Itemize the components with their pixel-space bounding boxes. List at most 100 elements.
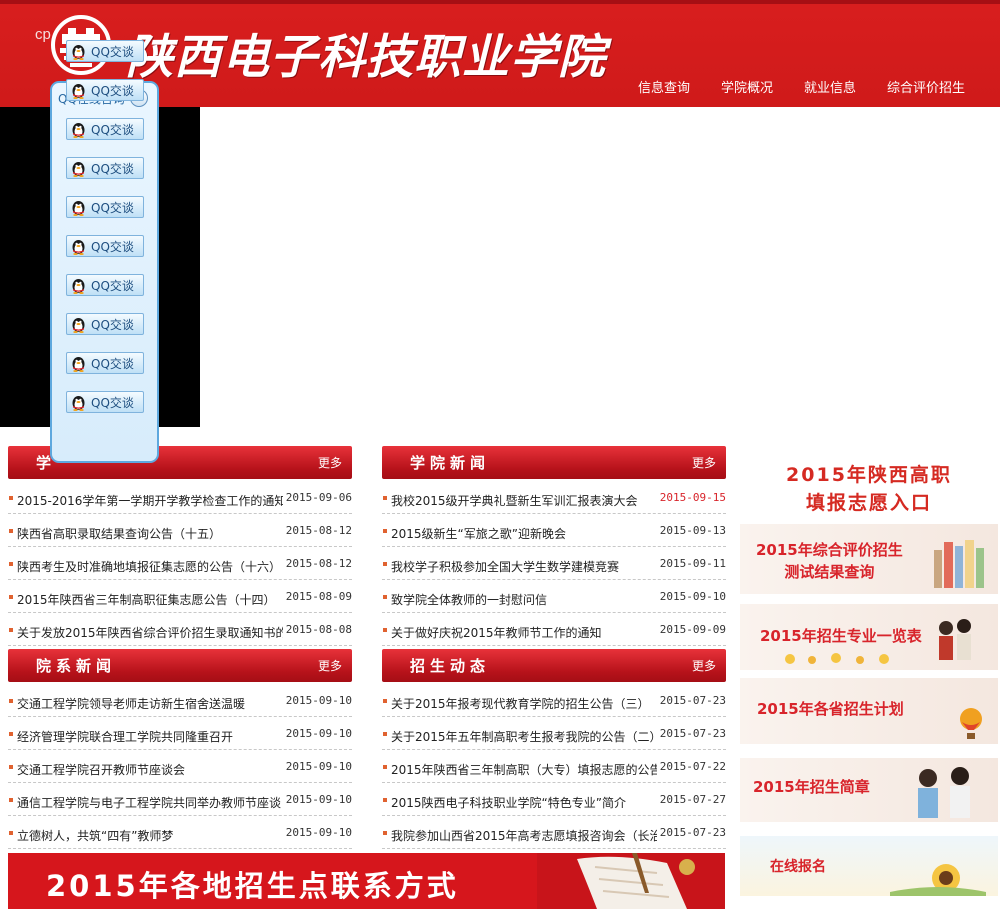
news-item[interactable]: 交通工程学院领导老师走访新生宿舍送温暖 2015-09-10 <box>8 684 352 717</box>
more-link[interactable]: 更多 <box>318 454 342 471</box>
bullet-icon <box>383 732 387 736</box>
news-title[interactable]: 2015年陕西省三年制高职征集志愿公告（十四） <box>17 591 283 608</box>
admission-news-panel: 招生动态 更多 关于2015年报考现代教育学院的招生公告（三） 2015-07-2… <box>382 649 726 849</box>
news-item[interactable]: 关于2015年五年制高职考生报考我院的公告（二） 2015-07-23 <box>382 717 726 750</box>
news-item[interactable]: 我校2015级开学典礼暨新生军训汇报表演大会 2015-09-15 <box>382 481 726 514</box>
college-news-panel: 学院新闻 更多 我校2015级开学典礼暨新生军训汇报表演大会 2015-09-15… <box>382 446 726 646</box>
nav-info-query[interactable]: 信息查询 <box>625 78 708 102</box>
news-date: 2015-09-10 <box>285 760 352 773</box>
news-item[interactable]: 通信工程学院与电子工程学院共同举办教师节座谈 2015-09-10 <box>8 783 352 816</box>
nav-about[interactable]: 学院概况 <box>708 78 791 102</box>
news-title[interactable]: 交通工程学院领导老师走访新生宿舍送温暖 <box>17 695 283 712</box>
news-title[interactable]: 陕西省高职录取结果查询公告（十五） <box>17 525 283 542</box>
more-link[interactable]: 更多 <box>692 657 716 674</box>
news-title[interactable]: 我校学子积极参加全国大学生数学建模竞赛 <box>391 558 657 575</box>
qq-chat-label: QQ交谈 <box>91 278 134 293</box>
news-item[interactable]: 立德树人，共筑“四有”教师梦 2015-09-10 <box>8 816 352 849</box>
qq-chat-button[interactable]: QQ交谈 <box>66 40 144 62</box>
news-date: 2015-08-09 <box>285 590 352 603</box>
more-link[interactable]: 更多 <box>318 657 342 674</box>
news-date: 2015-07-23 <box>659 727 726 740</box>
news-title[interactable]: 我院参加山西省2015年高考志愿填报咨询会（长治 <box>391 827 657 844</box>
qq-chat-button[interactable]: QQ交谈 <box>66 79 144 101</box>
nav-comprehensive-admission[interactable]: 综合评价招生 <box>874 78 1000 102</box>
news-item[interactable]: 我院参加山西省2015年高考志愿填报咨询会（长治 2015-07-23 <box>382 816 726 849</box>
news-date: 2015-08-12 <box>285 524 352 537</box>
bullet-icon <box>383 496 387 500</box>
bullet-icon <box>9 831 13 835</box>
promo-text: 2015年各省招生计划 <box>757 700 904 718</box>
news-title[interactable]: 陕西考生及时准确地填报征集志愿的公告（十六） <box>17 558 283 575</box>
qq-chat-button[interactable]: QQ交谈 <box>66 157 144 179</box>
news-date: 2015-09-10 <box>659 590 726 603</box>
panel-header: 招生动态 更多 <box>382 649 726 682</box>
promo-text: 在线报名 <box>770 859 826 875</box>
news-title[interactable]: 关于发放2015年陕西省综合评价招生录取通知书的 <box>17 624 283 641</box>
news-item[interactable]: 关于做好庆祝2015年教师节工作的通知 2015-09-09 <box>382 613 726 646</box>
notice-panel: 学 更多 2015-2016学年第一学期开学教学检查工作的通知 2015-09-0… <box>8 446 352 646</box>
news-title[interactable]: 关于2015年五年制高职考生报考我院的公告（二） <box>391 728 657 745</box>
bullet-icon <box>9 765 13 769</box>
qq-chat-button[interactable]: QQ交谈 <box>66 352 144 374</box>
news-item[interactable]: 陕西考生及时准确地填报征集志愿的公告（十六） 2015-08-12 <box>8 547 352 580</box>
qq-chat-button[interactable]: QQ交谈 <box>66 313 144 335</box>
test-result-query-banner[interactable]: 2015年综合评价招生 测试结果查询 <box>740 524 998 594</box>
qq-chat-button[interactable]: QQ交谈 <box>66 235 144 257</box>
bullet-icon <box>383 699 387 703</box>
panel-title: 学院新闻 <box>410 454 491 472</box>
news-item[interactable]: 2015陕西电子科技职业学院“特色专业”简介 2015-07-27 <box>382 783 726 816</box>
nav-employment[interactable]: 就业信息 <box>791 78 874 102</box>
qq-chat-label: QQ交谈 <box>91 356 134 371</box>
bullet-icon <box>9 595 13 599</box>
students-icon <box>939 619 971 660</box>
graduates-icon <box>918 767 970 818</box>
news-title[interactable]: 2015陕西电子科技职业学院“特色专业”简介 <box>391 794 657 811</box>
news-title[interactable]: 关于2015年报考现代教育学院的招生公告（三） <box>391 695 657 712</box>
news-item[interactable]: 交通工程学院召开教师节座谈会 2015-09-10 <box>8 750 352 783</box>
qq-chat-button[interactable]: QQ交谈 <box>66 118 144 140</box>
news-title[interactable]: 经济管理学院联合理工学院共同隆重召开 <box>17 728 283 745</box>
promo-text: 2015年招生专业一览表 <box>760 627 922 645</box>
bullet-icon <box>383 628 387 632</box>
news-title[interactable]: 2015级新生“军旅之歌”迎新晚会 <box>391 525 657 542</box>
books-icon <box>934 540 984 588</box>
brochure-banner[interactable]: 2015年招生简章 <box>740 758 998 822</box>
news-title[interactable]: 我校2015级开学典礼暨新生军训汇报表演大会 <box>391 492 657 509</box>
news-item[interactable]: 陕西省高职录取结果查询公告（十五） 2015-08-12 <box>8 514 352 547</box>
more-link[interactable]: 更多 <box>692 454 716 471</box>
provincial-plan-banner[interactable]: 2015年各省招生计划 <box>740 678 998 744</box>
flowers-icon <box>785 653 889 664</box>
news-item[interactable]: 致学院全体教师的一封慰问信 2015-09-10 <box>382 580 726 613</box>
news-item[interactable]: 关于2015年报考现代教育学院的招生公告（三） 2015-07-23 <box>382 684 726 717</box>
majors-list-banner[interactable]: 2015年招生专业一览表 <box>740 604 998 670</box>
news-title[interactable]: 致学院全体教师的一封慰问信 <box>391 591 657 608</box>
qq-chat-button[interactable]: QQ交谈 <box>66 196 144 218</box>
qq-chat-button[interactable]: QQ交谈 <box>66 391 144 413</box>
news-item[interactable]: 关于发放2015年陕西省综合评价招生录取通知书的 2015-08-08 <box>8 613 352 646</box>
news-item[interactable]: 我校学子积极参加全国大学生数学建模竞赛 2015-09-11 <box>382 547 726 580</box>
news-title[interactable]: 立德树人，共筑“四有”教师梦 <box>17 827 283 844</box>
qq-chat-button[interactable]: QQ交谈 <box>66 274 144 296</box>
news-title[interactable]: 2015-2016学年第一学期开学教学检查工作的通知 <box>17 492 283 509</box>
qq-penguin-icon <box>72 395 85 411</box>
panel-header: 院系新闻 更多 <box>8 649 352 682</box>
news-title[interactable]: 交通工程学院召开教师节座谈会 <box>17 761 283 778</box>
panel-title: 招生动态 <box>410 657 491 675</box>
news-item[interactable]: 经济管理学院联合理工学院共同隆重召开 2015-09-10 <box>8 717 352 750</box>
qq-penguin-icon <box>72 356 85 372</box>
news-date: 2015-09-10 <box>285 694 352 707</box>
news-title[interactable]: 关于做好庆祝2015年教师节工作的通知 <box>391 624 657 641</box>
application-entry-link[interactable]: 2015年陕西高职 填报志愿入口 <box>740 461 998 517</box>
qq-penguin-icon <box>72 239 85 255</box>
news-title[interactable]: 通信工程学院与电子工程学院共同举办教师节座谈 <box>17 794 283 811</box>
contact-points-banner[interactable]: 2015年各地招生点联系方式 <box>8 853 725 909</box>
news-title[interactable]: 2015年陕西省三年制高职（大专）填报志愿的公告 <box>391 761 657 778</box>
news-item[interactable]: 2015年陕西省三年制高职（大专）填报志愿的公告 2015-07-22 <box>382 750 726 783</box>
bullet-icon <box>383 595 387 599</box>
online-apply-banner[interactable]: 在线报名 <box>740 836 998 896</box>
news-item[interactable]: 2015年陕西省三年制高职征集志愿公告（十四） 2015-08-09 <box>8 580 352 613</box>
news-item[interactable]: 2015级新生“军旅之歌”迎新晚会 2015-09-13 <box>382 514 726 547</box>
news-date: 2015-07-23 <box>659 826 726 839</box>
news-item[interactable]: 2015-2016学年第一学期开学教学检查工作的通知 2015-09-06 <box>8 481 352 514</box>
scroll-quill-icon <box>537 853 725 909</box>
